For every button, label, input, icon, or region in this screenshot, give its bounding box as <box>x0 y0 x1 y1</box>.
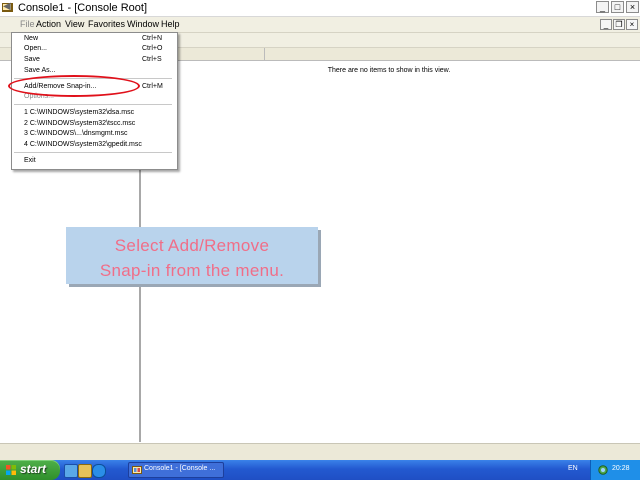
clock: 20:28 <box>612 465 630 472</box>
menu-item-exit[interactable]: Exit <box>24 156 36 165</box>
callout-line-2: Snap-in from the menu. <box>99 261 285 280</box>
menu-file[interactable]: File <box>20 19 35 30</box>
menu-favorites[interactable]: Favorites <box>88 19 125 30</box>
start-label: start <box>20 462 47 476</box>
empty-list-message: There are no items to show in this view. <box>327 67 451 74</box>
instruction-callout-text: Select Add/Remove Snap-in from the menu. <box>66 233 318 283</box>
shortcut-new: Ctrl+N <box>142 35 163 42</box>
taskbar-button-label: Console1 - [Console ... <box>144 465 216 472</box>
status-bar <box>0 443 640 461</box>
menu-item-recent-4[interactable]: 4 C:\WINDOWS\system32\gpedit.msc <box>24 140 142 149</box>
mdi-minimize-button[interactable]: _ <box>600 19 612 30</box>
shortcut-add-remove-snap-in: Ctrl+M <box>142 83 163 90</box>
close-button[interactable]: × <box>626 1 639 13</box>
menu-window[interactable]: Window <box>127 19 159 30</box>
callout-line-1: Select Add/Remove <box>114 236 270 255</box>
shortcut-save: Ctrl+S <box>142 56 162 63</box>
network-icon[interactable] <box>598 465 608 475</box>
window-title: Console1 - [Console Root] <box>18 2 148 14</box>
menu-item-recent-3[interactable]: 3 C:\WINDOWS\...\dnsmgmt.msc <box>24 129 127 138</box>
menu-item-save-as[interactable]: Save As... <box>24 66 56 75</box>
menu-item-recent-1[interactable]: 1 C:\WINDOWS\system32\dsa.msc <box>24 108 134 117</box>
menu-separator <box>14 152 172 153</box>
menu-item-open[interactable]: Open... <box>24 44 47 53</box>
windows-flag-icon <box>6 465 16 475</box>
mdi-close-button[interactable]: × <box>626 19 638 30</box>
instruction-callout: Select Add/Remove Snap-in from the menu. <box>66 227 318 284</box>
minimize-button[interactable]: _ <box>596 1 609 13</box>
menu-item-new[interactable]: New <box>24 34 38 43</box>
menu-view[interactable]: View <box>65 19 84 30</box>
menu-help[interactable]: Help <box>161 19 180 30</box>
menu-item-recent-2[interactable]: 2 C:\WINDOWS\system32\tscc.msc <box>24 119 135 128</box>
back-arrow-icon[interactable]: ◀ <box>3 1 11 12</box>
shortcut-open: Ctrl+O <box>142 45 163 52</box>
show-desktop-icon[interactable] <box>64 464 78 478</box>
menu-separator <box>14 104 172 105</box>
internet-explorer-icon[interactable] <box>92 464 106 478</box>
maximize-button[interactable]: □ <box>611 1 624 13</box>
list-column-header-extra[interactable] <box>265 48 640 61</box>
explorer-icon[interactable] <box>78 464 92 478</box>
mmc-console-icon <box>132 466 142 474</box>
menu-action[interactable]: Action <box>36 19 61 30</box>
highlight-ellipse <box>8 75 140 97</box>
menu-item-save[interactable]: Save <box>24 55 40 64</box>
language-indicator[interactable]: EN <box>568 465 578 472</box>
mdi-restore-button[interactable]: ❐ <box>613 19 625 30</box>
